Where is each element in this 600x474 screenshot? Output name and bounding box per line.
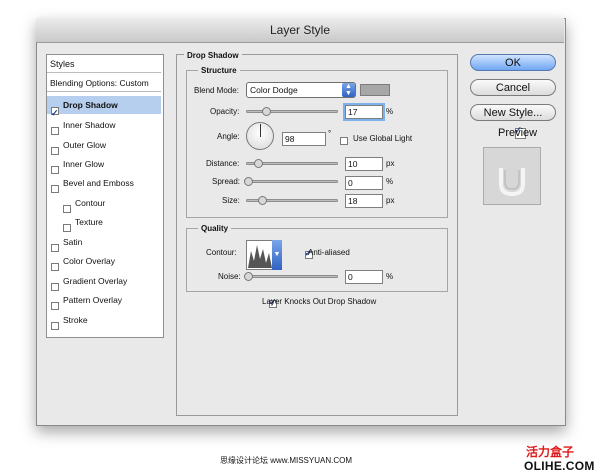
- style-item-color-overlay[interactable]: Color Overlay: [47, 252, 161, 271]
- window-title: Layer Style: [269, 23, 331, 37]
- size-slider-knob[interactable]: [258, 196, 267, 205]
- style-item-inner-shadow[interactable]: Inner Shadow: [47, 116, 161, 135]
- style-item-drop-shadow[interactable]: Drop Shadow: [47, 96, 161, 122]
- cancel-button[interactable]: Cancel: [470, 79, 556, 96]
- color-overlay-checkbox[interactable]: [51, 262, 59, 271]
- angle-unit: °: [328, 129, 332, 138]
- contour-curve-icon: [248, 245, 272, 268]
- watermark-english: OLIHE.COM: [524, 459, 595, 473]
- pattern-overlay-checkbox[interactable]: [51, 301, 59, 310]
- ok-button[interactable]: OK: [470, 54, 556, 71]
- texture-checkbox[interactable]: [63, 223, 71, 232]
- preview-label: Preview: [498, 127, 538, 139]
- size-unit: px: [386, 196, 395, 205]
- quality-group: [186, 228, 448, 292]
- outer-glow-checkbox[interactable]: [51, 146, 59, 155]
- opacity-input[interactable]: 17: [345, 105, 383, 119]
- contour-dropdown-arrow[interactable]: ▼: [272, 240, 282, 270]
- size-input[interactable]: 18: [345, 194, 383, 208]
- use-global-light-label: Use Global Light: [353, 134, 413, 143]
- style-item-contour[interactable]: Contour: [47, 194, 161, 213]
- spread-slider-track[interactable]: [246, 180, 338, 183]
- stroke-checkbox[interactable]: [51, 321, 59, 330]
- contour-label: Contour:: [206, 248, 237, 257]
- style-item-label: Satin: [63, 237, 83, 247]
- size-label: Size:: [222, 196, 240, 205]
- style-item-label: Color Overlay: [63, 256, 115, 266]
- spread-slider-knob[interactable]: [244, 177, 253, 186]
- new-style-button[interactable]: New Style...: [470, 104, 556, 121]
- style-item-outer-glow[interactable]: Outer Glow: [47, 136, 161, 155]
- angle-dial[interactable]: [246, 122, 274, 150]
- style-item-satin[interactable]: Satin: [47, 233, 161, 252]
- angle-label: Angle:: [217, 132, 240, 141]
- style-item-gradient-overlay[interactable]: Gradient Overlay: [47, 272, 161, 291]
- style-item-inner-glow[interactable]: Inner Glow: [47, 155, 161, 174]
- use-global-light-checkbox[interactable]: [340, 136, 348, 145]
- style-item-bevel-emboss[interactable]: Bevel and Emboss: [47, 174, 161, 193]
- blending-options-item[interactable]: Blending Options: Custom: [47, 74, 161, 92]
- structure-title: Structure: [198, 66, 240, 75]
- blend-mode-label: Blend Mode:: [194, 86, 239, 95]
- footer-text: 思缘设计论坛 www.MISSYUAN.COM: [220, 456, 353, 465]
- style-item-stroke[interactable]: Stroke: [47, 311, 161, 330]
- anti-aliased-label: Anti-aliased: [308, 248, 350, 257]
- layer-knocks-out-label: Layer Knocks Out Drop Shadow: [262, 297, 377, 306]
- preview-thumbnail: [483, 147, 541, 205]
- style-item-label: Contour: [75, 198, 106, 208]
- noise-unit: %: [386, 272, 394, 281]
- distance-unit: px: [386, 159, 395, 168]
- shadow-color-swatch[interactable]: [360, 84, 390, 96]
- noise-slider-track[interactable]: [246, 275, 338, 278]
- style-item-label: Inner Shadow: [63, 120, 116, 130]
- angle-dial-needle: [260, 124, 261, 137]
- angle-input[interactable]: 98: [282, 132, 326, 146]
- noise-slider-knob[interactable]: [244, 272, 253, 281]
- watermark-chinese: 活力盒子: [526, 445, 575, 459]
- spread-unit: %: [386, 177, 394, 186]
- inner-glow-checkbox[interactable]: [51, 165, 59, 174]
- bevel-emboss-checkbox[interactable]: [51, 184, 59, 193]
- distance-input[interactable]: 10: [345, 157, 383, 171]
- contour-checkbox[interactable]: [63, 204, 71, 213]
- spread-label: Spread:: [212, 177, 241, 186]
- drop-shadow-checkbox[interactable]: [51, 104, 59, 122]
- style-item-pattern-overlay[interactable]: Pattern Overlay: [47, 291, 161, 310]
- opacity-unit: %: [386, 107, 394, 116]
- style-item-label: Inner Glow: [63, 159, 105, 169]
- style-item-label: Gradient Overlay: [63, 276, 128, 286]
- style-item-label: Texture: [75, 217, 103, 227]
- style-item-label: Outer Glow: [63, 140, 106, 150]
- style-item-label: Drop Shadow: [63, 100, 118, 110]
- gradient-overlay-checkbox[interactable]: [51, 282, 59, 291]
- noise-label: Noise:: [218, 272, 241, 281]
- distance-label: Distance:: [206, 159, 240, 168]
- noise-input[interactable]: 0: [345, 270, 383, 284]
- satin-checkbox[interactable]: [51, 243, 59, 252]
- spread-input[interactable]: 0: [345, 176, 383, 190]
- styles-header[interactable]: Styles: [47, 55, 161, 73]
- preview-shape-icon: [499, 168, 525, 197]
- inner-shadow-checkbox[interactable]: [51, 126, 59, 135]
- style-item-label: Bevel and Emboss: [63, 178, 134, 188]
- opacity-slider-track[interactable]: [246, 110, 338, 113]
- distance-slider-knob[interactable]: [254, 159, 263, 168]
- chevron-up-down-icon[interactable]: ▲ ▼: [342, 83, 355, 97]
- opacity-label: Opacity:: [210, 107, 240, 116]
- style-item-texture[interactable]: Texture: [47, 213, 161, 232]
- style-item-label: Stroke: [63, 315, 88, 325]
- opacity-slider-knob[interactable]: [262, 107, 271, 116]
- section-title: Drop Shadow: [184, 51, 242, 60]
- blend-mode-value: Color Dodge: [250, 85, 298, 95]
- quality-title: Quality: [198, 224, 232, 233]
- style-item-label: Pattern Overlay: [63, 295, 123, 305]
